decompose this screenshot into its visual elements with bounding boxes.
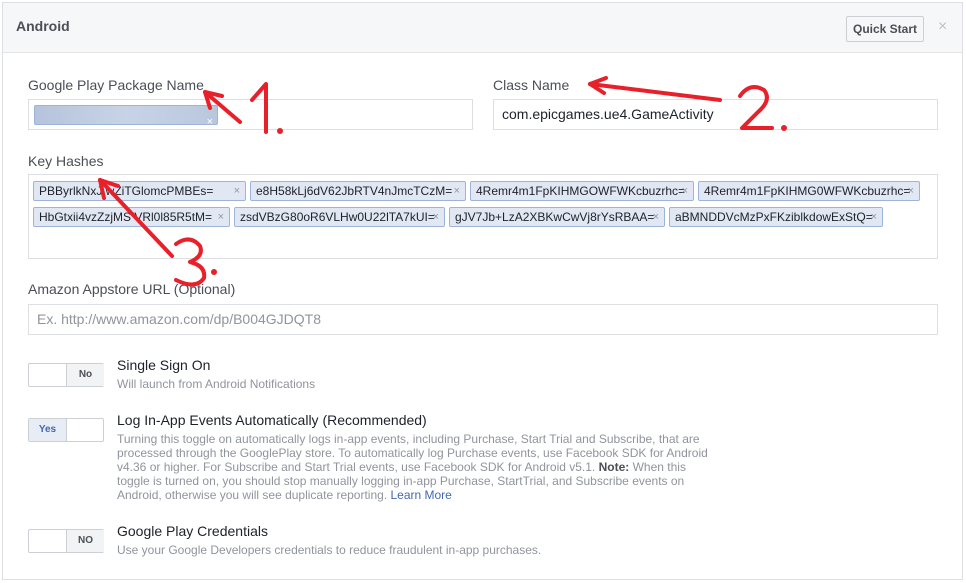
key-hash-token: PBByrlkNxJ wZiTGlomcPMBEs= × — [33, 181, 246, 201]
single-sign-on-toggle[interactable]: No — [28, 363, 104, 387]
panel-header: Android Quick Start × — [3, 3, 962, 53]
play-credentials-toggle[interactable]: NO — [28, 529, 104, 553]
toggle-state-label: NO — [66, 530, 104, 552]
remove-token-icon[interactable]: × — [218, 208, 224, 226]
remove-token-icon[interactable]: × — [207, 108, 213, 137]
remove-token-icon[interactable]: × — [682, 182, 688, 200]
single-sign-on-desc: Will launch from Android Notifications — [117, 377, 316, 391]
package-name-input[interactable]: × — [28, 99, 473, 130]
key-hashes-label: Key Hashes — [28, 153, 104, 169]
key-hash-token: HbGtxii4vzZzjMS VRl0l85R5tM= × — [33, 207, 230, 227]
amazon-url-label: Amazon Appstore URL (Optional) — [28, 281, 236, 297]
key-hash-token: aBMNDDVcMzPxFKziblkdowExStQ= × — [669, 207, 883, 227]
quick-start-button[interactable]: Quick Start — [846, 16, 924, 42]
log-events-toggle[interactable]: Yes — [28, 418, 104, 442]
panel-title: Android — [16, 18, 70, 34]
remove-token-icon[interactable]: × — [908, 182, 914, 200]
log-events-desc: Turning this toggle on automatically log… — [117, 432, 708, 502]
remove-token-icon[interactable]: × — [234, 182, 240, 200]
play-credentials-title: Google Play Credentials — [117, 523, 268, 539]
learn-more-link[interactable]: Learn More — [390, 488, 451, 502]
key-hash-token: 4Remr4m1FpKIHMGOWFWKcbuzrhc= × — [470, 181, 694, 201]
toggle-state-label: Yes — [29, 419, 67, 441]
remove-token-icon[interactable]: × — [653, 208, 659, 226]
package-name-label: Google Play Package Name — [28, 77, 204, 93]
key-hashes-input[interactable]: PBByrlkNxJ wZiTGlomcPMBEs= × e8H58kLj6dV6… — [28, 174, 938, 259]
toggle-state-label: No — [66, 364, 104, 386]
key-hash-token: zsdVBzG80oR6VLHw0U22lTA7kUI= × — [234, 207, 445, 227]
remove-token-icon[interactable]: × — [871, 208, 877, 226]
single-sign-on-title: Single Sign On — [117, 357, 211, 373]
package-name-token-redacted: × — [34, 105, 218, 128]
play-credentials-desc: Use your Google Developers credentials t… — [117, 543, 542, 557]
amazon-url-input[interactable]: Ex. http://www.amazon.com/dp/B004GJDQT8 — [28, 304, 938, 335]
key-hash-token: 4Remr4m1FpKIHMG0WFWKcbuzrhc= × — [698, 181, 920, 201]
key-hash-token: e8H58kLj6dV62JbRTV4nJmcTCzM= × — [250, 181, 466, 201]
key-hash-token: gJV7Jb+LzA2XBKwCwVj8rYsRBAA= × — [449, 207, 665, 227]
class-name-label: Class Name — [493, 77, 570, 93]
class-name-input[interactable]: com.epicgames.ue4.GameActivity — [493, 99, 938, 130]
remove-token-icon[interactable]: × — [433, 208, 439, 226]
close-icon[interactable]: × — [938, 18, 947, 36]
log-events-title: Log In-App Events Automatically (Recomme… — [117, 412, 427, 428]
remove-token-icon[interactable]: × — [454, 182, 460, 200]
